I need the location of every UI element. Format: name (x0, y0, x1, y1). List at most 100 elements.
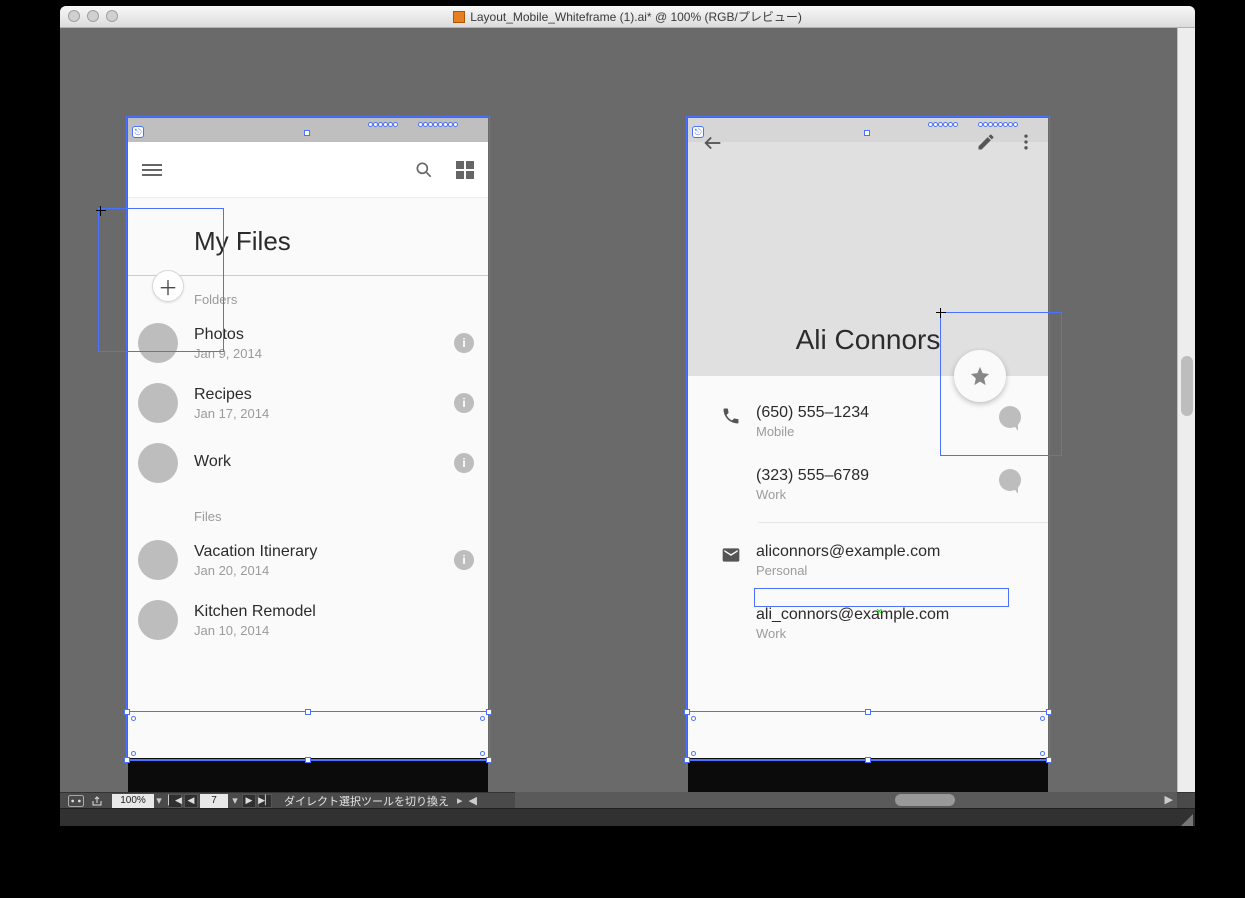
contact-row[interactable]: ali_connors@example.com Work (688, 592, 1048, 655)
hscroll-left-arrow-icon[interactable]: ◀ (469, 794, 477, 807)
ai-file-icon (453, 11, 465, 23)
zoom-dropdown-icon[interactable]: ▾ (154, 794, 164, 807)
title-text: Layout_Mobile_Whiteframe (1).ai* @ 100% … (470, 8, 802, 25)
list-item[interactable]: Vacation Itinerary Jan 20, 2014 i (128, 530, 488, 590)
zoom-input[interactable]: 100% (112, 794, 154, 808)
anchor-cluster[interactable] (368, 122, 398, 127)
nav-bar (128, 758, 488, 792)
avatar (138, 323, 178, 363)
zoom-window-button[interactable] (106, 10, 118, 22)
artboard-contact[interactable]: Ali Connors (650) 555–1234 Mobile (688, 118, 1048, 758)
document-title: Layout_Mobile_Whiteframe (1).ai* @ 100% … (453, 8, 802, 25)
minimize-window-button[interactable] (87, 10, 99, 22)
hamburger-menu-icon[interactable] (142, 164, 162, 176)
anchor-cross-icon (936, 308, 946, 318)
email-address: aliconnors@example.com (756, 543, 990, 561)
phone-label: Work (756, 487, 990, 502)
info-icon[interactable]: i (454, 453, 474, 473)
phone-number: (650) 555–1234 (756, 404, 990, 422)
contact-header: Ali Connors (688, 118, 1048, 376)
grid-view-icon[interactable] (456, 161, 474, 179)
anchor-cluster[interactable]: ⎋ (132, 126, 144, 138)
contact-name: Ali Connors (688, 324, 1048, 356)
window-controls[interactable] (68, 10, 118, 22)
avatar (138, 443, 178, 483)
anchor-cluster[interactable] (418, 122, 458, 127)
item-title: Kitchen Remodel (194, 603, 474, 621)
item-title: Vacation Itinerary (194, 543, 454, 561)
contact-row[interactable]: (650) 555–1234 Mobile (688, 390, 1048, 453)
star-fab-button[interactable] (954, 350, 1006, 402)
list-item[interactable]: Kitchen Remodel Jan 10, 2014 (128, 590, 488, 640)
gpu-preview-icon (68, 795, 84, 807)
item-title: Recipes (194, 386, 454, 404)
artboard-dropdown-icon[interactable]: ▾ (230, 794, 240, 807)
horizontal-scrollbar[interactable]: ▶ (515, 792, 1177, 808)
selection-handle[interactable] (304, 130, 310, 136)
list-item[interactable]: Work i (128, 433, 488, 493)
anchor-cluster[interactable] (928, 122, 958, 127)
info-icon[interactable]: i (454, 333, 474, 353)
smart-guide-x-icon: × (876, 606, 882, 618)
anchor-cross-icon (96, 206, 106, 216)
scrollbar-thumb[interactable] (895, 794, 955, 806)
last-artboard-button[interactable]: ▶▏ (258, 794, 272, 808)
avatar (138, 383, 178, 423)
edit-icon[interactable] (976, 132, 996, 152)
canvas[interactable]: My Files ＋ Folders Photos Jan 9, 2014 i … (60, 28, 1177, 792)
item-title: Work (194, 453, 454, 471)
illustrator-window: Layout_Mobile_Whiteframe (1).ai* @ 100% … (60, 6, 1195, 826)
vertical-scrollbar[interactable] (1177, 28, 1195, 792)
next-artboard-button[interactable]: ▶ (242, 794, 256, 808)
titlebar[interactable]: Layout_Mobile_Whiteframe (1).ai* @ 100% … (60, 6, 1195, 28)
divider (758, 522, 1048, 523)
item-title: Photos (194, 326, 454, 344)
contact-row[interactable]: (323) 555–6789 Work (688, 453, 1048, 516)
link-indicator-icon: ⎋ (692, 126, 704, 138)
app-bar (128, 142, 488, 198)
selection-handle[interactable] (864, 130, 870, 136)
back-icon[interactable] (702, 132, 724, 154)
link-indicator-icon: ⎋ (132, 126, 144, 138)
list-item[interactable]: Recipes Jan 17, 2014 i (128, 373, 488, 433)
email-label: Work (756, 626, 990, 641)
status-message: ダイレクト選択ツールを切り換え (276, 793, 457, 809)
artboard-my-files[interactable]: My Files ＋ Folders Photos Jan 9, 2014 i … (128, 118, 488, 758)
email-icon (706, 543, 756, 565)
avatar (138, 540, 178, 580)
item-subtitle: Jan 10, 2014 (194, 623, 474, 638)
prev-artboard-button[interactable]: ◀ (184, 794, 198, 808)
anchor-cluster[interactable] (978, 122, 1018, 127)
share-icon (90, 795, 104, 807)
item-subtitle: Jan 9, 2014 (194, 346, 454, 361)
email-address: ali_connors@example.com (756, 606, 990, 624)
info-icon[interactable]: i (454, 550, 474, 570)
hscroll-right-arrow-icon[interactable]: ▶ (1165, 793, 1173, 806)
nav-bar (688, 758, 1048, 792)
artboard-nav: ▏◀ ◀ 7 ▾ ▶ ▶▏ (164, 794, 276, 808)
bottom-frame (60, 808, 1195, 826)
anchor-cluster[interactable]: ⎋ (692, 126, 704, 138)
artboard-number-input[interactable]: 7 (200, 794, 228, 808)
section-header-files: Files (128, 493, 488, 530)
status-icons[interactable] (60, 795, 112, 807)
list-item[interactable]: Photos Jan 9, 2014 i (128, 313, 488, 373)
phone-label: Mobile (756, 424, 990, 439)
contact-row[interactable]: aliconnors@example.com Personal (688, 529, 1048, 592)
avatar (138, 600, 178, 640)
close-window-button[interactable] (68, 10, 80, 22)
phone-icon (706, 404, 756, 426)
phone-number: (323) 555–6789 (756, 467, 990, 485)
overflow-menu-icon[interactable] (1016, 132, 1036, 152)
message-icon[interactable] (999, 406, 1021, 428)
page-title: My Files (194, 226, 488, 257)
item-subtitle: Jan 20, 2014 (194, 563, 454, 578)
window-resize-grip[interactable] (1179, 812, 1193, 826)
first-artboard-button[interactable]: ▏◀ (168, 794, 182, 808)
status-dropdown-icon[interactable]: ▸ (457, 794, 469, 807)
add-fab-button[interactable]: ＋ (152, 270, 184, 302)
info-icon[interactable]: i (454, 393, 474, 413)
scrollbar-thumb[interactable] (1181, 356, 1193, 416)
search-icon[interactable] (414, 160, 434, 180)
message-icon[interactable] (999, 469, 1021, 491)
